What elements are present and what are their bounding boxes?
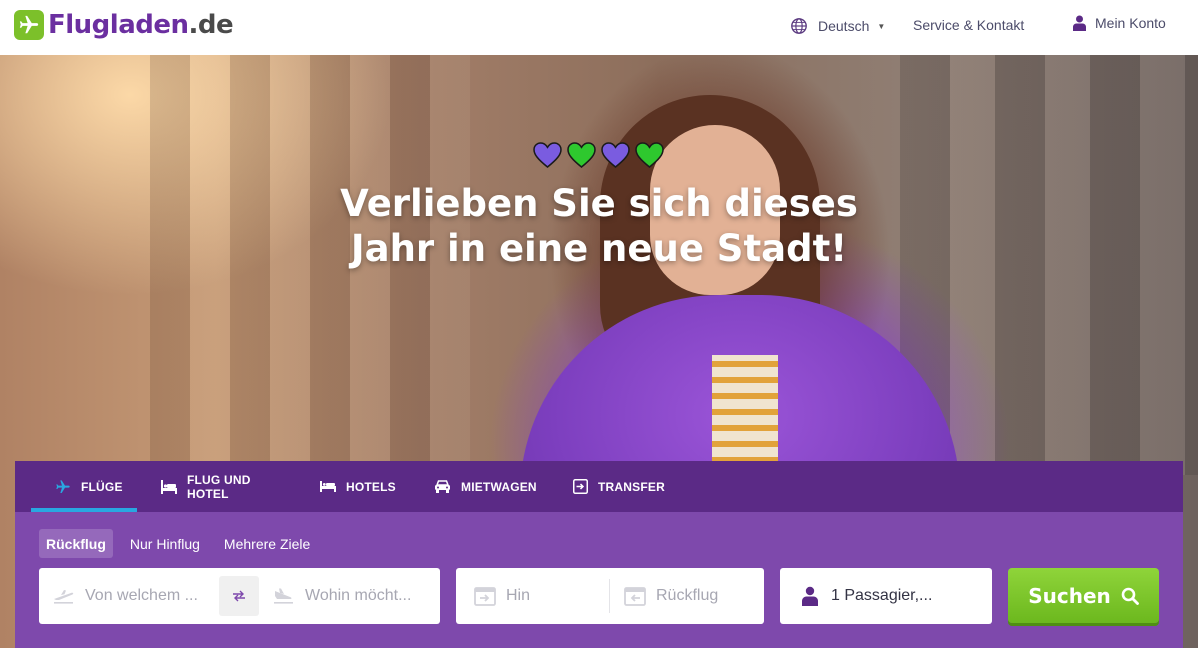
route-field: Von welchem ... Wohin möcht... [39, 568, 440, 624]
bed-icon [161, 479, 177, 494]
page: Flugladen.de Deutsch ▼ Service & Kontakt… [0, 0, 1198, 665]
calendar-depart-icon [474, 586, 496, 606]
calendar-return-icon [624, 586, 646, 606]
logo-text: Flugladen.de [48, 10, 234, 40]
tab-flights-label: FLÜGE [81, 479, 123, 494]
depart-date-input[interactable]: Hin [456, 568, 609, 624]
transfer-icon [573, 479, 588, 494]
search-icon [1121, 587, 1139, 605]
account-link[interactable]: Mein Konto [1073, 15, 1166, 31]
hero-headline-line1: Verlieben Sie sich dieses [340, 182, 858, 225]
takeoff-icon [53, 588, 75, 604]
tab-flight-hotel-label: FLUG UND HOTEL [187, 472, 251, 501]
hotel-bed-icon [320, 481, 336, 492]
logo-main: Flugladen [48, 10, 189, 40]
depart-placeholder: Hin [506, 587, 531, 604]
landing-icon [273, 588, 295, 604]
from-input[interactable]: Von welchem ... [39, 568, 219, 624]
from-placeholder: Von welchem ... [85, 587, 198, 604]
tab-flight-hotel[interactable]: FLUG UND HOTEL [137, 461, 287, 512]
trip-type-multicity[interactable]: Mehrere Ziele [217, 529, 317, 558]
globe-icon [790, 17, 808, 35]
search-panel: Rückflug Nur Hinflug Mehrere Ziele Von w… [15, 512, 1183, 648]
tab-flights[interactable]: FLÜGE [15, 461, 137, 512]
search-tabs: FLÜGE FLUG UND HOTEL HOTELS MIETWAGEN TR… [15, 461, 1183, 512]
to-placeholder: Wohin möcht... [305, 587, 412, 604]
hero-headline: Verlieben Sie sich dieses Jahr in eine n… [300, 181, 898, 271]
purple-heart-icon [533, 142, 562, 168]
hero-building-right [900, 55, 1198, 475]
plane-icon [55, 479, 71, 495]
tab-car-rental[interactable]: MIETWAGEN [405, 461, 543, 512]
purple-heart-icon [601, 142, 630, 168]
tab-transfer-label: TRANSFER [598, 479, 665, 494]
green-heart-icon [635, 142, 664, 168]
page-bottom-strip [0, 648, 1198, 665]
passenger-icon [802, 586, 818, 606]
passengers-field[interactable]: 1 Passagier,... [780, 568, 992, 624]
return-date-input[interactable]: Rückflug [610, 568, 764, 624]
plane-logo-icon [14, 10, 44, 40]
tab-hotels-label: HOTELS [346, 479, 396, 494]
swap-button[interactable] [219, 576, 259, 616]
language-label: Deutsch [818, 18, 870, 34]
site-header: Flugladen.de Deutsch ▼ Service & Kontakt… [0, 0, 1198, 55]
service-contact-link[interactable]: Service & Kontakt [913, 17, 1024, 33]
passengers-value: 1 Passagier,... [831, 587, 933, 604]
logo-tld: .de [188, 10, 234, 40]
user-icon [1073, 15, 1086, 31]
service-contact-label: Service & Kontakt [913, 17, 1025, 33]
search-button[interactable]: Suchen [1008, 568, 1159, 623]
dates-field: Hin Rückflug [456, 568, 764, 624]
trip-type-roundtrip[interactable]: Rückflug [39, 529, 113, 558]
logo[interactable]: Flugladen.de [14, 10, 234, 40]
to-input[interactable]: Wohin möcht... [259, 568, 440, 624]
tab-transfer[interactable]: TRANSFER [543, 461, 665, 512]
trip-type-oneway[interactable]: Nur Hinflug [123, 529, 207, 558]
account-label: Mein Konto [1095, 15, 1166, 31]
trip-type-selector: Rückflug Nur Hinflug Mehrere Ziele [39, 529, 327, 558]
language-selector[interactable]: Deutsch ▼ [790, 17, 885, 35]
search-button-label: Suchen [1028, 583, 1111, 608]
tab-car-rental-label: MIETWAGEN [461, 479, 537, 494]
return-placeholder: Rückflug [656, 587, 719, 604]
caret-down-icon: ▼ [877, 21, 886, 31]
hearts-row [533, 142, 664, 168]
search-widget: FLÜGE FLUG UND HOTEL HOTELS MIETWAGEN TR… [15, 461, 1183, 648]
hero-headline-line2: Jahr in eine neue Stadt! [350, 227, 848, 270]
car-icon [434, 480, 451, 493]
swap-icon [233, 590, 245, 602]
tab-hotels[interactable]: HOTELS [287, 461, 405, 512]
green-heart-icon [567, 142, 596, 168]
